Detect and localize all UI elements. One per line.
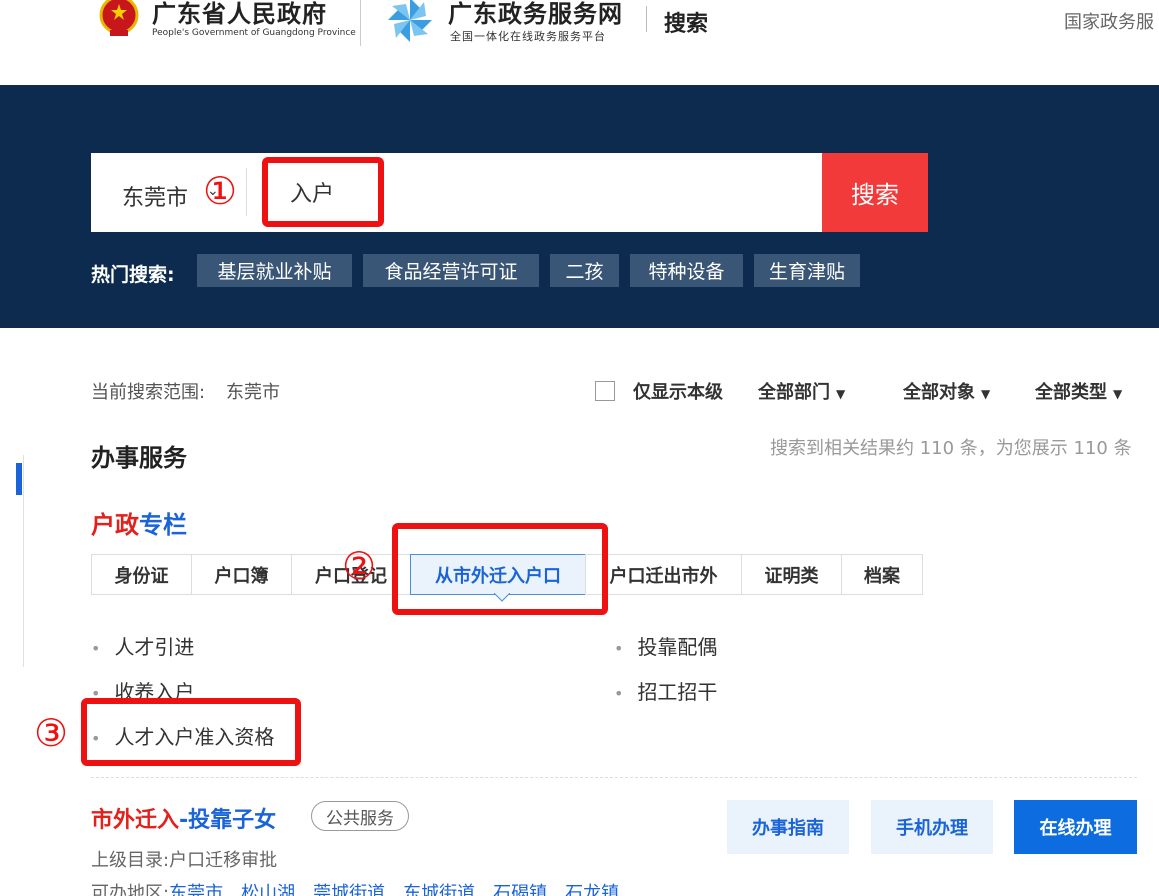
side-rail bbox=[23, 455, 24, 667]
search-divider bbox=[246, 168, 247, 216]
page-title: 搜索 bbox=[664, 12, 709, 37]
chevron-down-icon: ▼ bbox=[1113, 387, 1123, 401]
guide-button[interactable]: 办事指南 bbox=[727, 800, 849, 854]
region-select[interactable]: 东莞市 bbox=[122, 180, 188, 212]
tab-household-book[interactable]: 户口簿 bbox=[191, 554, 292, 595]
area-link[interactable]: 石龙镇 bbox=[565, 883, 619, 896]
only-level-checkbox[interactable] bbox=[595, 381, 615, 401]
type-filter[interactable]: 全部类型 ▼ bbox=[1035, 378, 1122, 404]
result-count: 搜索到相关结果约 110 条，为您展示 110 条 bbox=[770, 438, 1132, 459]
annotation-number-2: ② bbox=[342, 544, 377, 588]
tab-id-card[interactable]: 身份证 bbox=[91, 554, 192, 595]
chevron-down-icon: ▼ bbox=[836, 387, 846, 401]
target-filter[interactable]: 全部对象 ▼ bbox=[903, 378, 990, 404]
online-button[interactable]: 在线办理 bbox=[1014, 800, 1137, 854]
side-rail-marker bbox=[16, 463, 22, 495]
parent-value: 户口迁移审批 bbox=[169, 850, 278, 871]
department-filter-label: 全部部门 bbox=[758, 382, 830, 403]
type-filter-label: 全部类型 bbox=[1035, 382, 1107, 403]
annotation-box-3 bbox=[81, 698, 301, 766]
list-item-label: 人才引进 bbox=[114, 635, 195, 659]
column-title-blue: 专栏 bbox=[139, 511, 187, 539]
list-item[interactable]: • 投靠配偶 bbox=[614, 631, 717, 660]
area-label: 可办地区: bbox=[91, 883, 170, 896]
list-item-label: 投靠配偶 bbox=[637, 635, 718, 659]
hot-tag[interactable]: 特种设备 bbox=[630, 254, 743, 287]
header-divider bbox=[360, 0, 361, 46]
annotation-number-3: ③ bbox=[34, 711, 69, 755]
header-divider bbox=[646, 6, 647, 32]
mobile-button[interactable]: 手机办理 bbox=[871, 800, 993, 854]
list-item[interactable]: • 人才引进 bbox=[91, 631, 194, 660]
hot-tag[interactable]: 生育津贴 bbox=[754, 254, 860, 287]
service-parent: 上级目录:户口迁移审批 bbox=[91, 846, 277, 872]
area-link[interactable]: 石碣镇 bbox=[493, 883, 547, 896]
column-title: 户政专栏 bbox=[91, 505, 187, 540]
search-button[interactable]: 搜索 bbox=[822, 153, 928, 232]
service-type-badge: 公共服务 bbox=[311, 801, 409, 831]
chevron-down-icon: ▼ bbox=[981, 387, 991, 401]
area-link[interactable]: 莞城街道 bbox=[313, 883, 385, 896]
scope-value: 东莞市 bbox=[226, 382, 280, 403]
annotation-box-1 bbox=[262, 157, 384, 227]
service-title[interactable]: 市外迁入-投靠子女 bbox=[91, 802, 276, 834]
section-title: 办事服务 bbox=[91, 444, 187, 472]
list-item[interactable]: • 招工招干 bbox=[614, 676, 717, 705]
pinwheel-logo-icon bbox=[388, 0, 432, 42]
only-level-label[interactable]: 仅显示本级 bbox=[633, 378, 723, 404]
scope-label: 当前搜索范围: bbox=[91, 382, 206, 403]
annotation-number-1: ① bbox=[203, 169, 238, 213]
service-areas: 可办地区:东莞市 松山湖 莞城街道 东城街道 石碣镇 石龙镇 bbox=[91, 879, 637, 896]
portal-subtitle: 全国一体化在线政务服务平台 bbox=[450, 30, 606, 43]
hot-tag[interactable]: 基层就业补贴 bbox=[197, 254, 352, 287]
annotation-box-2 bbox=[392, 523, 608, 615]
target-filter-label: 全部对象 bbox=[903, 382, 975, 403]
gov-subtitle: People's Government of Guangdong Provinc… bbox=[152, 28, 356, 38]
gov-title[interactable]: 广东省人民政府 bbox=[152, 0, 327, 29]
section-divider bbox=[91, 777, 1137, 778]
department-filter[interactable]: 全部部门 ▼ bbox=[758, 378, 845, 404]
area-link[interactable]: 东城街道 bbox=[403, 883, 475, 896]
national-portal-link[interactable]: 国家政务服 bbox=[1064, 8, 1154, 34]
parent-label: 上级目录: bbox=[91, 850, 170, 871]
area-link[interactable]: 东莞市 bbox=[169, 883, 223, 896]
hot-search-label: 热门搜索: bbox=[91, 264, 175, 286]
tab-archive[interactable]: 档案 bbox=[841, 554, 923, 595]
national-emblem-icon bbox=[99, 0, 139, 36]
portal-title[interactable]: 广东政务服务网 bbox=[448, 0, 623, 29]
tab-certificate[interactable]: 证明类 bbox=[741, 554, 842, 595]
hot-tag[interactable]: 食品经营许可证 bbox=[363, 254, 539, 287]
column-title-red: 户政 bbox=[91, 511, 139, 539]
service-title-red: 市外迁入 bbox=[91, 808, 180, 833]
list-item-label: 招工招干 bbox=[637, 680, 718, 704]
service-title-blue: -投靠子女 bbox=[179, 808, 277, 833]
tab-move-out[interactable]: 户口迁出市外 bbox=[585, 554, 742, 595]
hot-tag[interactable]: 二孩 bbox=[550, 254, 619, 287]
area-link[interactable]: 松山湖 bbox=[241, 883, 295, 896]
